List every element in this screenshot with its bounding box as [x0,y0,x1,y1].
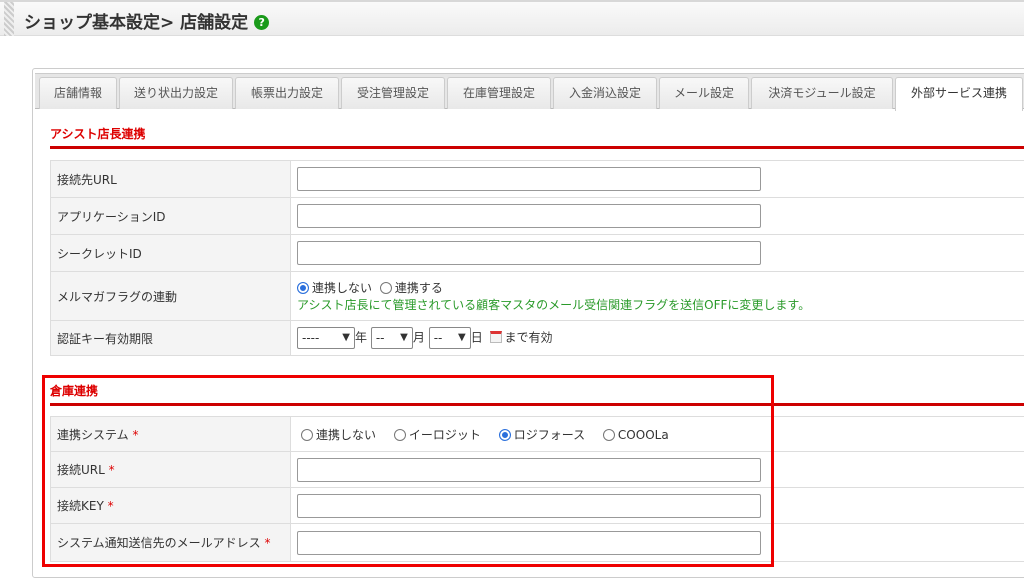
assist-url-input[interactable] [297,167,761,191]
page-title: ショップ基本設定> 店舗設定? [24,8,270,33]
help-icon[interactable]: ? [254,15,270,30]
tab-form-output[interactable]: 帳票出力設定 [235,77,339,109]
mailmag-on-radio[interactable] [379,282,392,294]
page-header: ショップ基本設定> 店舗設定? [0,0,1024,36]
connect-key-label-text: 接続KEY [57,499,104,513]
notify-email-input[interactable] [297,530,761,555]
tab-shipping-label[interactable]: 送り状出力設定 [119,77,233,109]
system-logiforce-radio[interactable] [498,428,511,441]
assist-settings-table: 接続先URL アプリケーションID シークレットID メルマガフラグの連動 連携… [50,160,1024,356]
chevron-down-icon: ▼ [457,332,466,343]
chevron-down-icon: ▼ [400,332,408,343]
secret-id-input[interactable] [297,241,761,265]
day-suffix: 日 [470,330,483,345]
grip-decoration [4,2,14,36]
expiry-label: 認証キー有効期限 [50,320,291,356]
calendar-icon[interactable] [489,330,502,343]
connect-key-input[interactable] [297,493,761,518]
tab-inventory[interactable]: 在庫管理設定 [447,77,551,109]
required-mark: * [264,536,271,550]
section-divider [50,146,1024,149]
notify-email-label-text: システム通知送信先のメールアドレス [57,536,261,550]
system-label-text: 連携システム [57,427,129,442]
required-mark: * [107,499,114,513]
required-mark: * [132,427,139,442]
url-label: 接続先URL [50,160,291,198]
expiry-suffix: まで有効 [504,330,553,345]
year-value: ---- [302,331,320,345]
warehouse-settings-table: 連携システム * 連携しない イーロジット ロジフォース COOOLa 接続UR… [50,416,1024,562]
tab-order-management[interactable]: 受注管理設定 [341,77,445,109]
mailmag-on-label: 連携する [394,281,443,295]
chevron-down-icon: ▼ [342,332,350,343]
day-select[interactable]: -- ▼ [428,327,471,349]
tab-store-info[interactable]: 店舗情報 [39,77,117,109]
connect-url-input[interactable] [297,457,761,482]
app-id-input[interactable] [297,204,761,228]
tab-mail[interactable]: メール設定 [659,77,749,109]
system-none-radio[interactable] [301,428,313,441]
tab-payment-module[interactable]: 決済モジュール設定 [751,77,893,109]
month-suffix: 月 [412,330,425,345]
mailmag-label: メルマガフラグの連動 [50,271,291,321]
system-elogit-radio[interactable] [393,428,406,441]
month-select[interactable]: -- ▼ [370,327,413,349]
system-cooola-radio[interactable] [602,428,615,441]
connect-url-label-text: 接続URL [57,463,105,477]
app-id-label: アプリケーションID [50,197,291,235]
system-cooola-label: COOOLa [617,427,669,442]
connect-key-label: 接続KEY * [50,487,291,524]
year-select[interactable]: ---- ▼ [297,327,355,349]
system-elogit-label: イーロジット [408,427,481,442]
connect-url-label: 接続URL * [50,451,291,488]
year-suffix: 年 [355,330,368,345]
system-label: 連携システム * [50,416,291,452]
secret-id-label: シークレットID [50,234,291,272]
tab-payment-reconcile[interactable]: 入金消込設定 [553,77,657,109]
section-divider [50,403,1024,406]
mailmag-off-radio[interactable] [297,282,309,294]
system-none-label: 連携しない [316,427,377,442]
section-title-assist: アシスト店長連携 [50,127,146,141]
system-logiforce-label: ロジフォース [513,427,586,442]
section-title-warehouse: 倉庫連携 [50,384,99,398]
page-title-text: ショップ基本設定> 店舗設定 [24,13,249,33]
notify-email-label: システム通知送信先のメールアドレス * [50,523,291,562]
tab-external-services[interactable]: 外部サービス連携 [895,77,1023,111]
required-mark: * [108,463,115,477]
mailmag-off-label: 連携しない [312,281,373,295]
tab-bar: 店舗情報 送り状出力設定 帳票出力設定 受注管理設定 在庫管理設定 入金消込設定… [35,73,1024,111]
month-value: -- [375,331,385,345]
mailmag-note: アシスト店長にて管理されている顧客マスタのメール受信関連フラグを送信OFFに変更… [297,298,811,312]
day-value: -- [433,331,443,345]
